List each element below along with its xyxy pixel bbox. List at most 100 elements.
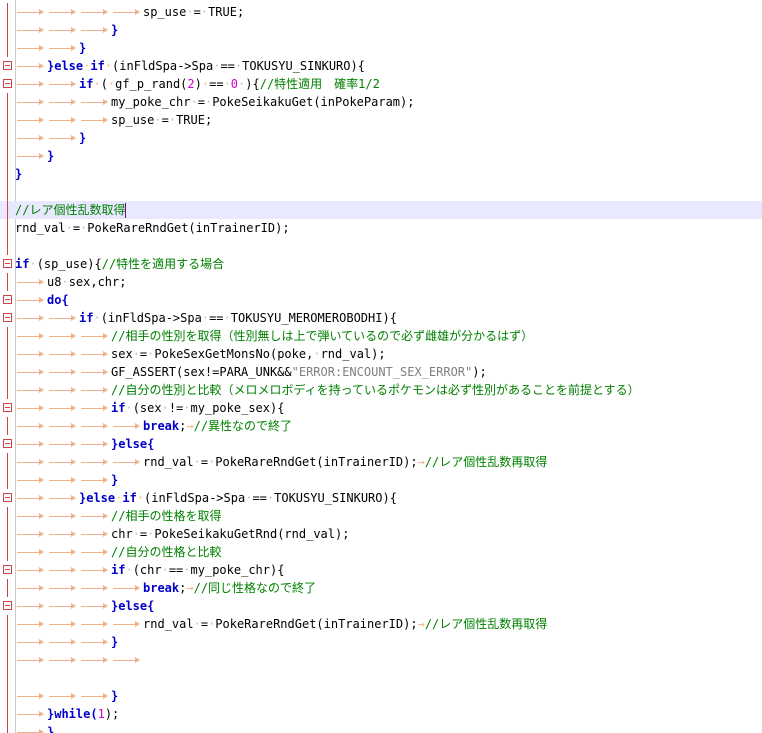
code-line[interactable]: GF_ASSERT(sex!=PARA_UNK&&"ERROR:ENCOUNT_…	[0, 363, 762, 381]
code-line[interactable]: }	[0, 687, 762, 705]
code-text: }	[15, 166, 22, 182]
code-token: ==	[220, 59, 235, 73]
tab-indent-arrow-icon	[17, 153, 44, 159]
tab-indent-arrow-icon	[49, 513, 76, 519]
code-text: break;→//異性なので終了	[143, 418, 292, 434]
code-line[interactable]: chr·=·PokeSeikakuGetRnd(rnd_val);	[0, 525, 762, 543]
code-line[interactable]: }else{	[0, 597, 762, 615]
code-line[interactable]: rnd_val·=·PokeRareRndGet(inTrainerID);→/…	[0, 615, 762, 633]
code-text: }	[79, 40, 86, 56]
tab-indent-arrow-icon	[17, 531, 44, 537]
code-line[interactable]: //相手の性別を取得（性別無しは上で弾いているので必ず雌雄が分かるはず）	[0, 327, 762, 345]
code-token: //自分の性別と比較（メロメロボディを持っているポケモンは必ず性別があることを前…	[111, 383, 640, 397]
code-line[interactable]: sex·=·PokeSexGetMonsNo(poke,·rnd_val);	[0, 345, 762, 363]
fold-line-marker	[7, 363, 8, 381]
code-line[interactable]: rnd_val·=·PokeRareRndGet(inTrainerID);→/…	[0, 453, 762, 471]
tab-indent-arrow-icon	[49, 441, 76, 447]
code-token: sp_use	[143, 5, 187, 19]
code-line[interactable]	[0, 237, 762, 255]
code-token: ·	[125, 563, 133, 577]
code-line[interactable]: if·(chr·==·my_poke_chr){	[0, 561, 762, 579]
code-line[interactable]	[0, 669, 762, 687]
tab-indent-arrow-icon	[17, 513, 44, 519]
tab-indent-arrow-icon	[17, 423, 44, 429]
code-line[interactable]: sp_use·=·TRUE;	[0, 111, 762, 129]
tab-indent-arrow-icon	[81, 351, 108, 357]
fold-toggle-icon[interactable]	[3, 61, 12, 70]
code-text: }while(1);	[47, 706, 119, 722]
tab-indent-arrow-icon	[17, 711, 44, 717]
fold-toggle-icon[interactable]	[3, 79, 12, 88]
code-line[interactable]	[0, 651, 762, 669]
code-line[interactable]: if·(·gf_p_rand(2)·==·0·){//特性適用 確率1/2	[0, 75, 762, 93]
code-line[interactable]: //自分の性別と比較（メロメロボディを持っているポケモンは必ず性別があることを前…	[0, 381, 762, 399]
code-text: }	[79, 130, 86, 146]
code-line[interactable]: }	[0, 165, 762, 183]
fold-line-marker	[7, 651, 8, 669]
code-text: }else{	[111, 436, 154, 452]
code-line[interactable]: }else{	[0, 435, 762, 453]
code-line[interactable]: //レア個性乱数取得	[0, 201, 762, 219]
code-line[interactable]: my_poke_chr·=·PokeSeikakuGet(inPokeParam…	[0, 93, 762, 111]
code-line[interactable]: sp_use·=·TRUE;	[0, 3, 762, 21]
code-line[interactable]: }else·if·(inFldSpa->Spa·==·TOKUSYU_SINKU…	[0, 57, 762, 75]
code-line[interactable]: break;→//異性なので終了	[0, 417, 762, 435]
code-line[interactable]: if·(sex·!=·my_poke_sex){	[0, 399, 762, 417]
code-token: //レア個性乱数再取得	[424, 455, 548, 469]
code-line[interactable]: do{	[0, 291, 762, 309]
fold-line-marker	[7, 453, 8, 471]
code-token: TOKUSYU_MEROMEROBODHI){	[230, 311, 397, 325]
code-token: ·	[61, 275, 69, 289]
fold-toggle-icon[interactable]	[3, 295, 12, 304]
tab-indent-arrow-icon	[17, 585, 44, 591]
code-line[interactable]: }	[0, 39, 762, 57]
fold-toggle-icon[interactable]	[3, 439, 12, 448]
code-line[interactable]: u8·sex,chr;	[0, 273, 762, 291]
code-line[interactable]: }else·if·(inFldSpa->Spa·==·TOKUSYU_SINKU…	[0, 489, 762, 507]
code-token: }	[15, 167, 23, 181]
code-token: if	[90, 59, 105, 73]
fold-line-marker	[7, 39, 8, 57]
tab-indent-arrow-icon	[49, 405, 76, 411]
fold-line-marker	[7, 165, 8, 183]
code-line[interactable]	[0, 183, 762, 201]
code-line[interactable]: }	[0, 129, 762, 147]
fold-toggle-icon[interactable]	[3, 313, 12, 322]
code-token: PokeRareRndGet(inTrainerID);	[215, 617, 418, 631]
code-token: TRUE;	[208, 5, 245, 19]
code-token: if	[111, 563, 126, 577]
code-line[interactable]: //相手の性格を取得	[0, 507, 762, 525]
code-line[interactable]: }while(1);	[0, 705, 762, 723]
text-cursor	[125, 203, 127, 218]
code-line[interactable]: if·(inFldSpa->Spa·==·TOKUSYU_MEROMEROBOD…	[0, 309, 762, 327]
code-text: //自分の性格と比較	[111, 544, 221, 560]
tab-indent-arrow-icon	[49, 81, 76, 87]
code-token: =	[197, 95, 205, 109]
code-token: =	[200, 617, 209, 631]
code-token: }	[47, 725, 55, 733]
code-text: }	[111, 22, 118, 38]
fold-line-marker	[7, 111, 8, 129]
code-line[interactable]: }	[0, 21, 762, 39]
code-token: }	[111, 473, 119, 487]
code-token: do{	[47, 293, 69, 307]
code-token: );	[472, 365, 487, 379]
code-line[interactable]: break;→//同じ性格なので終了	[0, 579, 762, 597]
fold-toggle-icon[interactable]	[3, 403, 12, 412]
code-text: sp_use·=·TRUE;	[111, 112, 212, 128]
fold-toggle-icon[interactable]	[3, 259, 12, 268]
fold-toggle-icon[interactable]	[3, 493, 12, 502]
code-line[interactable]: }	[0, 147, 762, 165]
code-line[interactable]: rnd_val·=·PokeRareRndGet(inTrainerID);	[0, 219, 762, 237]
fold-toggle-icon[interactable]	[3, 601, 12, 610]
code-line[interactable]: }	[0, 723, 762, 733]
fold-toggle-icon[interactable]	[3, 565, 12, 574]
code-line[interactable]: //自分の性格と比較	[0, 543, 762, 561]
tab-indent-arrow-icon	[17, 603, 44, 609]
code-editor[interactable]: sp_use·=·TRUE;}}}else·if·(inFldSpa->Spa·…	[0, 0, 762, 733]
code-line[interactable]: }	[0, 633, 762, 651]
code-line[interactable]: }	[0, 471, 762, 489]
code-line[interactable]: if·(sp_use){//特性を適用する場合	[0, 255, 762, 273]
code-token: //レア個性乱数取得	[15, 203, 126, 217]
code-token: (sex	[132, 401, 162, 415]
